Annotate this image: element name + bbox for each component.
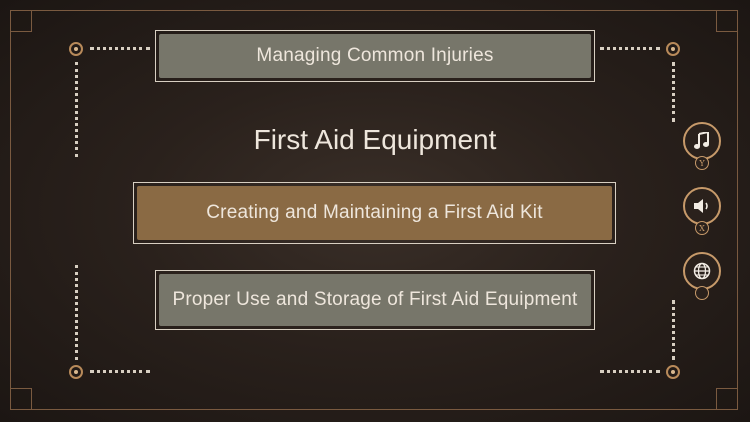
sound-toggle-button[interactable]	[683, 187, 721, 225]
menu-item-label: Proper Use and Storage of First Aid Equi…	[159, 274, 591, 326]
dotted-line	[672, 300, 675, 360]
corner-ornament	[666, 42, 680, 56]
menu-item-label: Managing Common Injuries	[159, 34, 591, 78]
key-hint-blank	[695, 286, 709, 300]
category-title: First Aid Equipment	[253, 124, 497, 155]
corner-ornament	[666, 365, 680, 379]
menu-item-managing-common-injuries[interactable]: Managing Common Injuries	[155, 30, 595, 82]
dotted-line	[75, 265, 78, 360]
dotted-line	[672, 62, 675, 122]
globe-icon	[693, 262, 711, 280]
speaker-icon	[694, 199, 708, 213]
corner-ornament	[69, 365, 83, 379]
frame-corner-bottom-left	[10, 388, 32, 410]
dotted-line	[90, 370, 150, 373]
dotted-line	[600, 47, 660, 50]
frame-corner-top-right	[716, 10, 738, 32]
menu-item-label: Creating and Maintaining a First Aid Kit	[137, 186, 612, 240]
key-hint-y: Y	[695, 156, 709, 170]
music-note-icon	[694, 132, 709, 149]
music-toggle-button[interactable]	[683, 122, 721, 160]
menu-item-first-aid-kit[interactable]: Creating and Maintaining a First Aid Kit	[133, 182, 616, 244]
language-button[interactable]	[683, 252, 721, 290]
frame-corner-bottom-right	[716, 388, 738, 410]
dotted-line	[90, 47, 150, 50]
frame-corner-top-left	[10, 10, 32, 32]
key-hint-x: X	[695, 221, 709, 235]
menu-item-equipment-storage[interactable]: Proper Use and Storage of First Aid Equi…	[155, 270, 595, 330]
corner-ornament	[69, 42, 83, 56]
dotted-line	[600, 370, 660, 373]
